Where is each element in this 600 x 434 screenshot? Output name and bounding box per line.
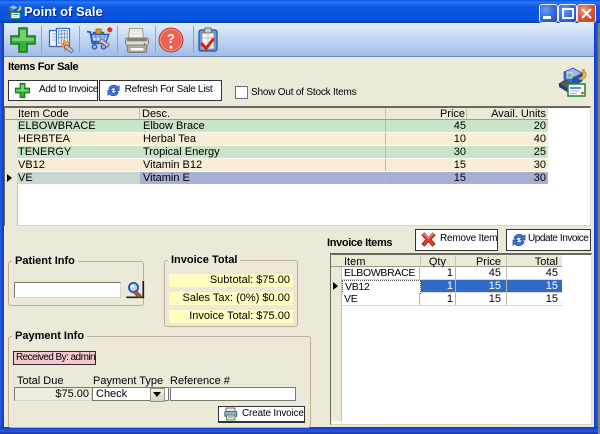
svg-text:?: ? (167, 32, 175, 46)
